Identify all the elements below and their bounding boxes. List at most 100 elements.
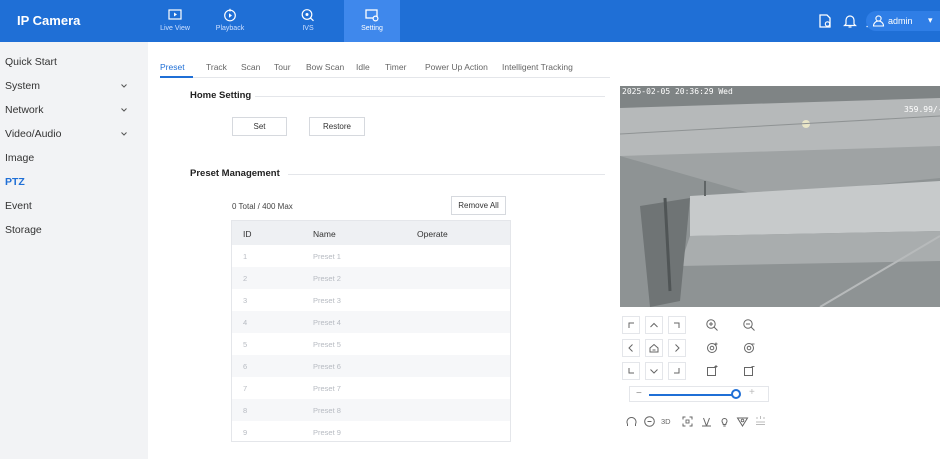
3d-positioning-button[interactable]: 3D bbox=[661, 415, 677, 429]
sidebar-item-network[interactable]: Network bbox=[5, 98, 143, 122]
table-row[interactable]: 8 Preset 8 bbox=[232, 399, 510, 421]
home-icon bbox=[649, 343, 659, 353]
table-row[interactable]: 3 Preset 3 bbox=[232, 289, 510, 311]
region-icon bbox=[736, 417, 749, 427]
focus-near-button[interactable] bbox=[703, 339, 721, 357]
user-name: admin bbox=[888, 16, 913, 26]
tab-tour[interactable]: Tour bbox=[274, 62, 291, 72]
light-icon bbox=[721, 418, 728, 427]
remove-all-button[interactable]: Remove All bbox=[451, 196, 506, 215]
ptz-down-right-button[interactable] bbox=[668, 362, 686, 380]
preset-name: Preset 6 bbox=[313, 362, 341, 371]
ptz-up-right-button[interactable] bbox=[668, 316, 686, 334]
sidebar-item-video-audio[interactable]: Video/Audio bbox=[5, 122, 143, 146]
table-row[interactable]: 9 Preset 9 bbox=[232, 421, 510, 441]
ptz-right-button[interactable] bbox=[668, 339, 686, 357]
divider bbox=[288, 174, 605, 175]
sidebar-item-label: Storage bbox=[5, 224, 42, 236]
reset-button[interactable] bbox=[643, 415, 657, 429]
sidebar-item-quick-start[interactable]: Quick Start bbox=[5, 50, 143, 74]
speed-minus-label[interactable]: − bbox=[636, 388, 642, 399]
home-setting-title: Home Setting bbox=[190, 90, 252, 101]
preset-name: Preset 8 bbox=[313, 406, 341, 415]
sidebar: Quick Start System Network Video/Audio I… bbox=[0, 42, 148, 459]
table-row[interactable]: 5 Preset 5 bbox=[232, 333, 510, 355]
ir-light-button[interactable] bbox=[754, 415, 768, 429]
caret-down-icon: ▾ bbox=[928, 15, 933, 25]
table-row[interactable]: 4 Preset 4 bbox=[232, 311, 510, 333]
nav-ivs[interactable]: IVS bbox=[280, 0, 336, 42]
nav-setting-label: Setting bbox=[361, 25, 383, 32]
ptz-home-button[interactable] bbox=[645, 339, 663, 357]
tab-bow-scan[interactable]: Bow Scan bbox=[306, 62, 344, 72]
tab-timer[interactable]: Timer bbox=[385, 62, 406, 72]
ptz-up-left-button[interactable] bbox=[622, 316, 640, 334]
wiper-icon bbox=[702, 417, 711, 427]
ptz-left-button[interactable] bbox=[622, 339, 640, 357]
reset-icon bbox=[644, 416, 655, 427]
iris-close-button[interactable] bbox=[740, 362, 758, 380]
focus-far-button[interactable] bbox=[740, 339, 758, 357]
table-row[interactable]: 7 Preset 7 bbox=[232, 377, 510, 399]
sidebar-item-image[interactable]: Image bbox=[5, 146, 143, 170]
ptz-up-button[interactable] bbox=[645, 316, 663, 334]
zoom-in-icon bbox=[706, 319, 718, 331]
iris-open-button[interactable] bbox=[703, 362, 721, 380]
zoom-in-button[interactable] bbox=[703, 316, 721, 334]
preset-table: ID Name Operate 1 Preset 1 2 Preset 2 3 Pre… bbox=[231, 220, 511, 442]
right-icon bbox=[675, 344, 680, 352]
preset-name: Preset 1 bbox=[313, 252, 341, 261]
zoom-out-button[interactable] bbox=[740, 316, 758, 334]
tab-power-up-action[interactable]: Power Up Action bbox=[425, 62, 488, 72]
speed-handle[interactable] bbox=[731, 389, 741, 399]
ptz-tabs: Preset Track Scan Tour Bow Scan Idle Tim… bbox=[160, 58, 610, 78]
sidebar-item-label: PTZ bbox=[5, 176, 25, 188]
3d-positioning-icon: 3D bbox=[661, 417, 671, 426]
sidebar-item-storage[interactable]: Storage bbox=[5, 218, 143, 242]
preset-name: Preset 3 bbox=[313, 296, 341, 305]
speed-plus-label[interactable]: + bbox=[749, 387, 755, 398]
sidebar-item-ptz[interactable]: PTZ bbox=[5, 170, 143, 194]
nav-setting[interactable]: Setting bbox=[344, 0, 400, 42]
table-header: ID Name Operate bbox=[232, 221, 510, 245]
nav-playback[interactable]: Playback bbox=[202, 0, 258, 42]
nav-ivs-label: IVS bbox=[302, 25, 314, 32]
table-row[interactable]: 6 Preset 6 bbox=[232, 355, 510, 377]
tab-scan[interactable]: Scan bbox=[241, 62, 260, 72]
nav-live-view-label: Live View bbox=[160, 25, 190, 32]
preset-name: Preset 2 bbox=[313, 274, 341, 283]
table-row[interactable]: 2 Preset 2 bbox=[232, 267, 510, 289]
rotate-button[interactable] bbox=[625, 415, 639, 429]
sidebar-item-label: System bbox=[5, 80, 41, 92]
ptz-down-left-button[interactable] bbox=[622, 362, 640, 380]
sidebar-item-event[interactable]: Event bbox=[5, 194, 143, 218]
user-menu[interactable]: admin ▾ bbox=[866, 11, 940, 31]
wiper-button[interactable] bbox=[700, 415, 714, 429]
region-button[interactable] bbox=[736, 415, 750, 429]
tab-idle[interactable]: Idle bbox=[356, 62, 370, 72]
auto-focus-button[interactable] bbox=[681, 415, 695, 429]
preset-name: Preset 7 bbox=[313, 384, 341, 393]
osd-ptz-readout: 359.99/- bbox=[904, 105, 940, 114]
video-preview[interactable]: 2025-02-05 20:36:29 Wed 359.99/- bbox=[620, 86, 940, 307]
sidebar-item-label: Video/Audio bbox=[5, 128, 62, 140]
focus-near-icon bbox=[707, 342, 718, 353]
tab-track[interactable]: Track bbox=[206, 62, 227, 72]
bell-icon[interactable] bbox=[842, 13, 858, 29]
nav-live-view[interactable]: Live View bbox=[147, 0, 203, 42]
camera-scene bbox=[620, 86, 940, 307]
table-row[interactable]: 1 Preset 1 bbox=[232, 245, 510, 267]
left-icon bbox=[628, 344, 633, 352]
preset-count: 0 Total / 400 Max bbox=[232, 202, 293, 211]
ptz-down-button[interactable] bbox=[645, 362, 663, 380]
set-button[interactable]: Set bbox=[232, 117, 287, 136]
preset-name: Preset 9 bbox=[313, 428, 341, 437]
file-icon[interactable] bbox=[817, 13, 833, 29]
tab-preset[interactable]: Preset bbox=[160, 62, 185, 72]
restore-button[interactable]: Restore bbox=[309, 117, 365, 136]
tab-intelligent-tracking[interactable]: Intelligent Tracking bbox=[502, 62, 573, 72]
light-button[interactable] bbox=[718, 415, 732, 429]
playback-icon bbox=[224, 8, 236, 22]
up-icon bbox=[650, 322, 658, 328]
sidebar-item-system[interactable]: System bbox=[5, 74, 143, 98]
